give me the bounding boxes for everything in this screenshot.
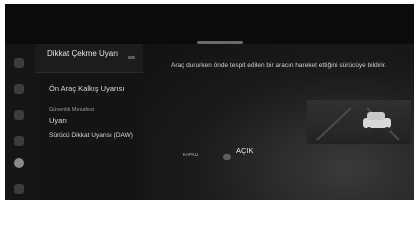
settings-icon[interactable]: [14, 158, 24, 168]
infotainment-screen: Dikkat Çekme Uyarı Ön Araç Kalkış Uyarıs…: [5, 4, 414, 200]
menu-panel: Dikkat Çekme Uyarı Ön Araç Kalkış Uyarıs…: [35, 44, 143, 200]
menu-header: Dikkat Çekme Uyarı: [35, 44, 143, 73]
menu-item-driver-attention-warning[interactable]: Sürücü Dikkat Uyarısı (DAW): [49, 132, 139, 140]
phone-icon[interactable]: [14, 136, 24, 146]
nav-icon[interactable]: [14, 84, 24, 94]
car-illustration: [307, 100, 411, 144]
user-icon[interactable]: [14, 184, 24, 194]
menu-item-front-vehicle-departure[interactable]: Ön Araç Kalkış Uyarısı: [49, 84, 139, 94]
top-bar: [5, 4, 414, 44]
feature-description: Araç dururken önde tespit edilen bir ara…: [171, 62, 387, 69]
media-icon[interactable]: [14, 110, 24, 120]
status-on-label: AÇIK: [236, 146, 254, 155]
menu-item-safety-distance[interactable]: Güvenlik Mesafesi: [49, 107, 139, 113]
back-icon[interactable]: [128, 56, 135, 59]
menu-item-warning[interactable]: Uyarı: [49, 116, 139, 126]
menu-title: Dikkat Çekme Uyarı: [47, 49, 119, 58]
content-panel: Araç dururken önde tespit edilen bir ara…: [143, 44, 414, 200]
home-icon[interactable]: [14, 58, 24, 68]
status-toggle[interactable]: [223, 154, 231, 160]
status-off-label: KAPALI: [183, 152, 199, 157]
icon-rail: [5, 44, 36, 200]
